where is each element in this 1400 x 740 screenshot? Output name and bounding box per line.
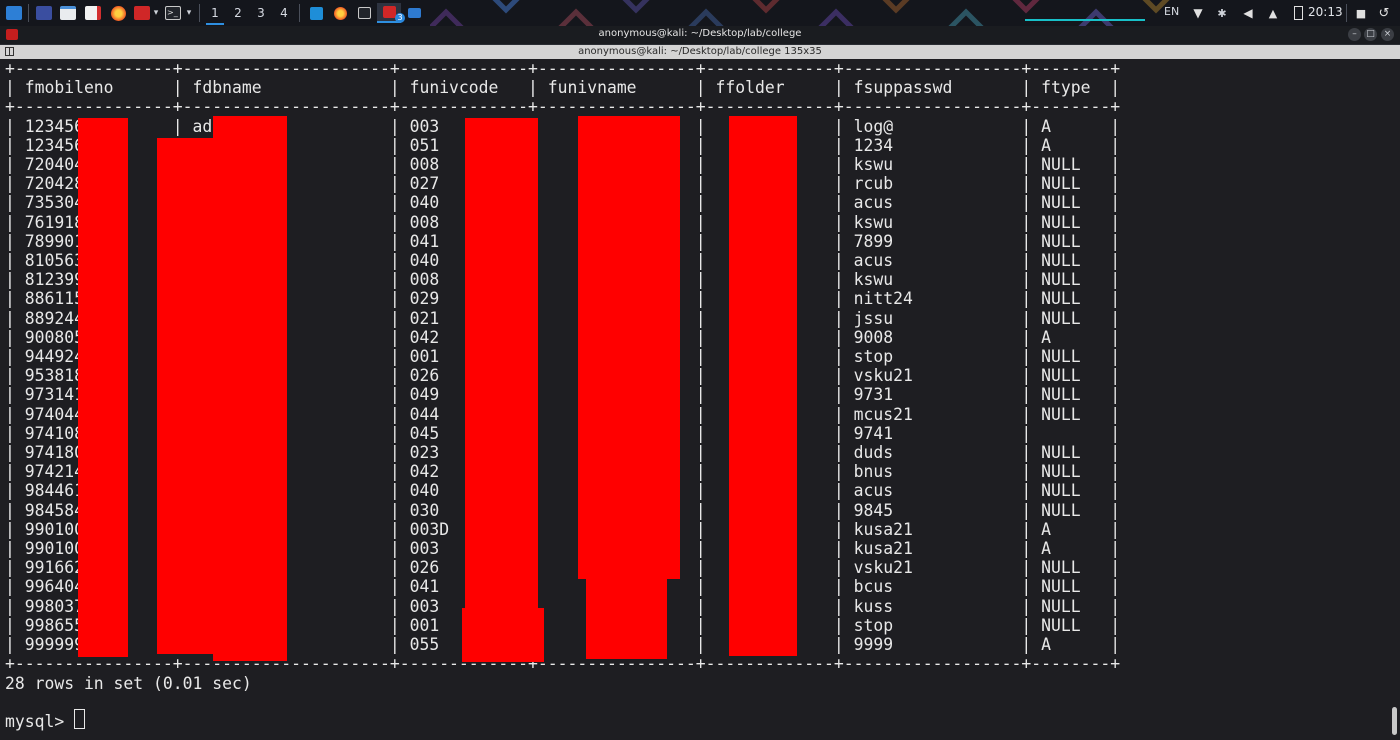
firefox-icon[interactable] bbox=[108, 3, 128, 23]
volume-icon[interactable]: ◀ bbox=[1240, 3, 1256, 23]
workspace-2[interactable]: 2 bbox=[229, 3, 247, 23]
window-title: anonymous@kali: ~/Desktop/lab/college bbox=[598, 28, 802, 39]
cpu-graph-icon bbox=[1010, 3, 1160, 23]
task-terminal-icon[interactable] bbox=[354, 3, 374, 23]
kali-menu-icon[interactable] bbox=[4, 3, 24, 23]
file-manager-icon[interactable] bbox=[58, 3, 78, 23]
screenshot-app-icon[interactable] bbox=[131, 3, 153, 23]
terminal-scrollbar[interactable] bbox=[1392, 707, 1397, 735]
terminal-tab-title[interactable]: anonymous@kali: ~/Desktop/lab/college 13… bbox=[0, 45, 1400, 59]
clock[interactable]: 20:13 bbox=[1308, 5, 1343, 19]
close-button[interactable]: × bbox=[1381, 28, 1394, 41]
panel-separator bbox=[1346, 4, 1347, 22]
keyboard-layout-indicator[interactable]: EN bbox=[1164, 5, 1179, 18]
redaction-block bbox=[729, 116, 797, 656]
battery-icon[interactable] bbox=[1291, 3, 1305, 23]
workspace-3[interactable]: 3 bbox=[252, 3, 270, 23]
terminal-launcher-icon[interactable]: >_ bbox=[163, 3, 183, 23]
text-editor-icon[interactable] bbox=[83, 3, 103, 23]
redaction-block bbox=[462, 608, 544, 662]
window-titlebar[interactable]: anonymous@kali: ~/Desktop/lab/college – … bbox=[0, 26, 1400, 45]
show-desktop-icon[interactable] bbox=[34, 3, 54, 23]
workspace-1[interactable]: 1 bbox=[206, 3, 224, 25]
terminal-area[interactable]: +----------------+---------------------+… bbox=[0, 59, 1400, 740]
task-active-terminal-icon[interactable]: 3 bbox=[377, 3, 405, 23]
lock-screen-icon[interactable]: ■ bbox=[1354, 3, 1368, 23]
redaction-block bbox=[157, 138, 213, 654]
wifi-icon[interactable]: ▼ bbox=[1190, 3, 1206, 23]
chevron-down-icon[interactable]: ▾ bbox=[184, 3, 194, 23]
minimize-button[interactable]: – bbox=[1348, 28, 1361, 41]
redaction-block bbox=[213, 116, 287, 661]
maximize-button[interactable]: □ bbox=[1364, 28, 1377, 41]
text-cursor bbox=[74, 709, 85, 729]
chevron-down-icon[interactable]: ▾ bbox=[151, 3, 161, 23]
logout-icon[interactable]: ↺ bbox=[1376, 3, 1392, 23]
notifications-bell-icon[interactable]: ▲ bbox=[1266, 3, 1280, 23]
panel-separator bbox=[199, 4, 200, 22]
terminal-tab-bar: anonymous@kali: ~/Desktop/lab/college 13… bbox=[0, 45, 1400, 59]
workspace-4[interactable]: 4 bbox=[275, 3, 293, 23]
task-firefox-icon[interactable] bbox=[330, 3, 350, 23]
redaction-block bbox=[78, 118, 128, 657]
task-app-icon[interactable] bbox=[306, 3, 326, 23]
top-panel: ▾ >_ ▾ 1 2 3 4 3 EN ▼ ✱ ◀ ▲ 20:13 ■ ↺ bbox=[0, 0, 1400, 26]
bluetooth-icon[interactable]: ✱ bbox=[1215, 3, 1229, 23]
redaction-block bbox=[465, 118, 538, 608]
task-image-viewer-icon[interactable] bbox=[404, 3, 424, 23]
redaction-block bbox=[578, 116, 680, 579]
redaction-block bbox=[586, 579, 667, 659]
panel-separator bbox=[28, 4, 29, 22]
panel-separator bbox=[299, 4, 300, 22]
